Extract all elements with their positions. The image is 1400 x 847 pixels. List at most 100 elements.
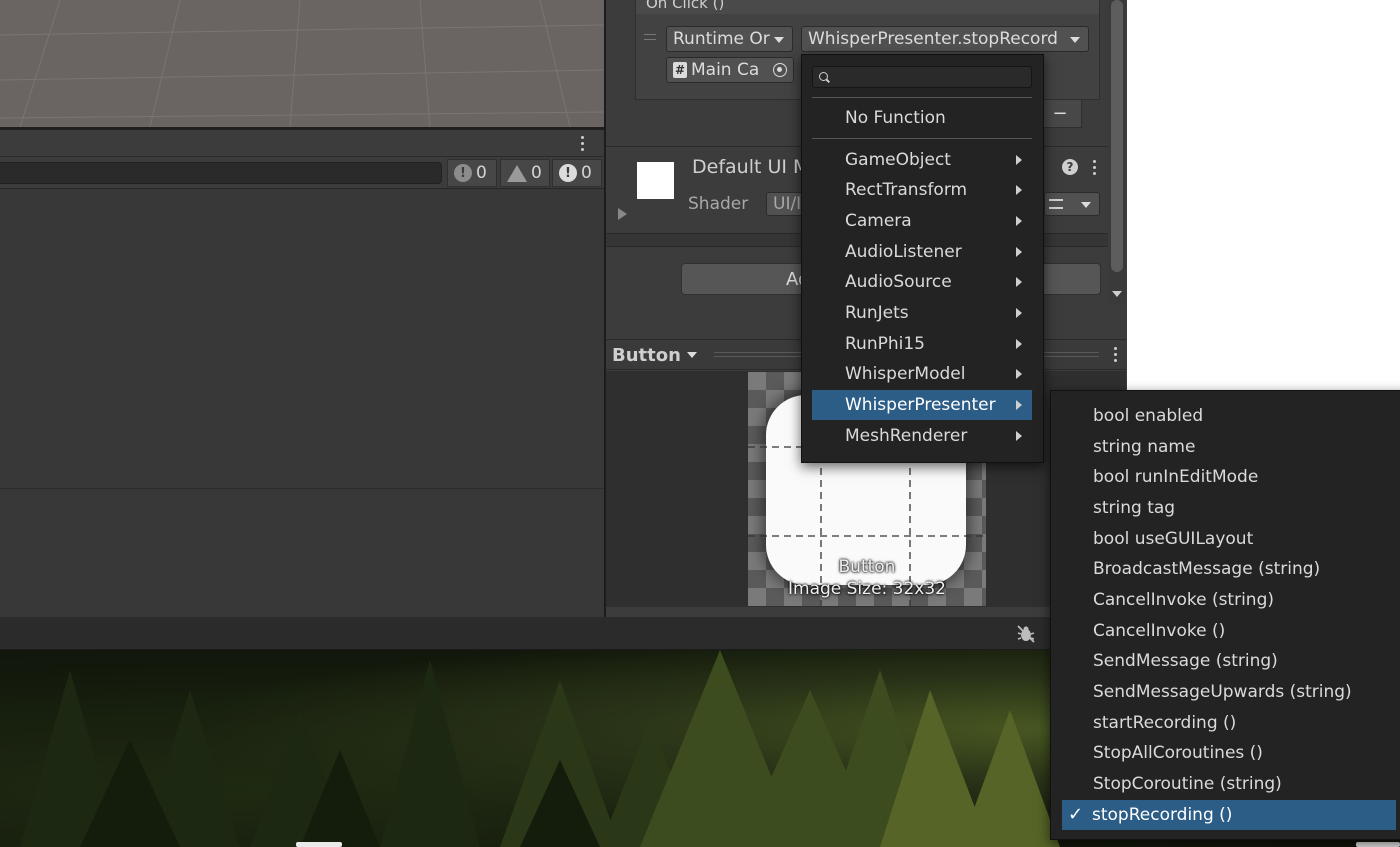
menu-item-label: WhisperPresenter <box>845 395 996 415</box>
preview-title-dropdown[interactable]: Button <box>612 343 708 367</box>
chevron-right-icon <box>1016 155 1022 165</box>
info-filter-button[interactable]: ! 0 <box>447 159 497 187</box>
error-icon: ! <box>559 164 577 182</box>
warning-filter-button[interactable]: 0 <box>500 159 550 187</box>
submenu-item[interactable]: string name <box>1062 432 1396 462</box>
more-options-icon[interactable] <box>578 135 586 153</box>
chevron-down-icon <box>686 352 697 358</box>
function-search-input[interactable] <box>812 66 1032 88</box>
submenu-item-selected[interactable]: ✓ stopRecording () <box>1062 800 1396 830</box>
info-count: 0 <box>476 163 487 183</box>
error-filter-button[interactable]: ! 0 <box>552 159 602 187</box>
chevron-down-icon <box>1081 202 1091 208</box>
menu-item-no-function[interactable]: No Function <box>812 103 1032 133</box>
runtime-mode-dropdown[interactable]: Runtime Or <box>666 26 793 52</box>
checkmark-icon: ✓ <box>1068 804 1084 825</box>
submenu-item[interactable]: bool enabled <box>1062 401 1396 431</box>
material-name: Default UI M <box>692 156 810 178</box>
menu-item-audiosource[interactable]: AudioSource <box>812 267 1032 297</box>
drag-handle-icon[interactable] <box>644 34 656 40</box>
expand-triangle-icon[interactable] <box>618 208 627 220</box>
submenu-item-label: startRecording () <box>1093 713 1237 733</box>
menu-item-whispermodel[interactable]: WhisperModel <box>812 359 1032 389</box>
background-window <box>1127 0 1400 390</box>
onclick-header: On Click () <box>636 0 1099 14</box>
chevron-right-icon <box>1016 339 1022 349</box>
status-bar <box>0 617 1126 650</box>
console-divider <box>0 488 604 489</box>
preview-caption: Button <box>838 557 896 577</box>
submenu-item[interactable]: SendMessage (string) <box>1062 646 1396 676</box>
edit-shader-dropdown[interactable] <box>1044 192 1100 216</box>
target-object-field[interactable]: # Main Ca <box>666 57 794 83</box>
menu-item-label: MeshRenderer <box>845 426 968 446</box>
info-icon: ! <box>454 164 472 182</box>
scrollbar-thumb[interactable] <box>1111 0 1123 272</box>
menu-separator <box>812 97 1032 98</box>
submenu-item[interactable]: StopAllCoroutines () <box>1062 738 1396 768</box>
debug-off-icon[interactable] <box>1016 625 1036 643</box>
submenu-item-label: SendMessageUpwards (string) <box>1093 682 1352 702</box>
submenu-item[interactable]: CancelInvoke (string) <box>1062 585 1396 615</box>
submenu-item-label: string tag <box>1093 498 1176 518</box>
chevron-right-icon <box>1016 400 1022 410</box>
console-panel <box>0 130 604 617</box>
chevron-right-icon <box>1016 216 1022 226</box>
menu-item-label: RectTransform <box>845 180 968 200</box>
scene-grid <box>0 0 604 127</box>
console-tabbar <box>0 130 604 157</box>
menu-item-whisperpresenter[interactable]: WhisperPresenter <box>812 390 1032 420</box>
scene-view[interactable] <box>0 0 604 127</box>
submenu-item-label: bool useGUILayout <box>1093 529 1254 549</box>
chevron-down-icon <box>1070 37 1080 43</box>
menu-item-camera[interactable]: Camera <box>812 206 1032 236</box>
menu-item-meshrenderer[interactable]: MeshRenderer <box>812 421 1032 451</box>
submenu-item-label: CancelInvoke (string) <box>1093 590 1275 610</box>
error-count: 0 <box>581 163 592 183</box>
menu-item-label: RunPhi15 <box>845 334 925 354</box>
submenu-item[interactable]: bool useGUILayout <box>1062 524 1396 554</box>
submenu-item[interactable]: string tag <box>1062 493 1396 523</box>
menu-item-runjets[interactable]: RunJets <box>812 298 1032 328</box>
object-picker-icon[interactable] <box>773 63 787 77</box>
menu-separator <box>812 138 1032 139</box>
submenu-item-label: string name <box>1093 437 1196 457</box>
preview-title: Button <box>612 344 681 366</box>
menu-item-recttransform[interactable]: RectTransform <box>812 175 1032 205</box>
submenu-item-label: CancelInvoke () <box>1093 621 1226 641</box>
help-icon[interactable]: ? <box>1062 159 1078 175</box>
menu-item-audiolistener[interactable]: AudioListener <box>812 237 1032 267</box>
chevron-right-icon <box>1016 247 1022 257</box>
warning-icon <box>507 164 527 182</box>
submenu-item[interactable]: SendMessageUpwards (string) <box>1062 677 1396 707</box>
shader-dropdown[interactable]: UI/I <box>766 192 806 216</box>
submenu-item[interactable]: BroadcastMessage (string) <box>1062 554 1396 584</box>
submenu-item-label: SendMessage (string) <box>1093 651 1278 671</box>
submenu-item-label: bool enabled <box>1093 406 1204 426</box>
menu-item-label: AudioSource <box>845 272 952 292</box>
list-icon <box>1049 199 1063 209</box>
minus-label: − <box>1052 103 1068 124</box>
more-options-icon[interactable] <box>1091 159 1097 177</box>
chevron-right-icon <box>1016 431 1022 441</box>
function-dropdown[interactable]: WhisperPresenter.stopRecord <box>801 26 1089 52</box>
menu-item-runphi15[interactable]: RunPhi15 <box>812 329 1032 359</box>
console-search-input[interactable] <box>0 162 442 184</box>
scroll-down-icon[interactable] <box>1112 291 1122 297</box>
script-icon: # <box>673 62 687 78</box>
more-options-icon[interactable] <box>1112 346 1118 364</box>
submenu-item[interactable]: StopCoroutine (string) <box>1062 769 1396 799</box>
warning-count: 0 <box>531 163 542 183</box>
submenu-item[interactable]: CancelInvoke () <box>1062 616 1396 646</box>
runtime-mode-label: Runtime Or <box>673 29 770 49</box>
chevron-right-icon <box>1016 369 1022 379</box>
target-object-label: Main Ca <box>691 60 760 80</box>
submenu-item-label: StopCoroutine (string) <box>1093 774 1282 794</box>
menu-item-gameobject[interactable]: GameObject <box>812 145 1032 175</box>
submenu-item[interactable]: bool runInEditMode <box>1062 462 1396 492</box>
chevron-right-icon <box>1016 185 1022 195</box>
remove-listener-button[interactable]: − <box>1038 100 1082 128</box>
submenu-item-label: StopAllCoroutines () <box>1093 743 1263 763</box>
menu-item-label: GameObject <box>845 150 951 170</box>
submenu-item[interactable]: startRecording () <box>1062 708 1396 738</box>
